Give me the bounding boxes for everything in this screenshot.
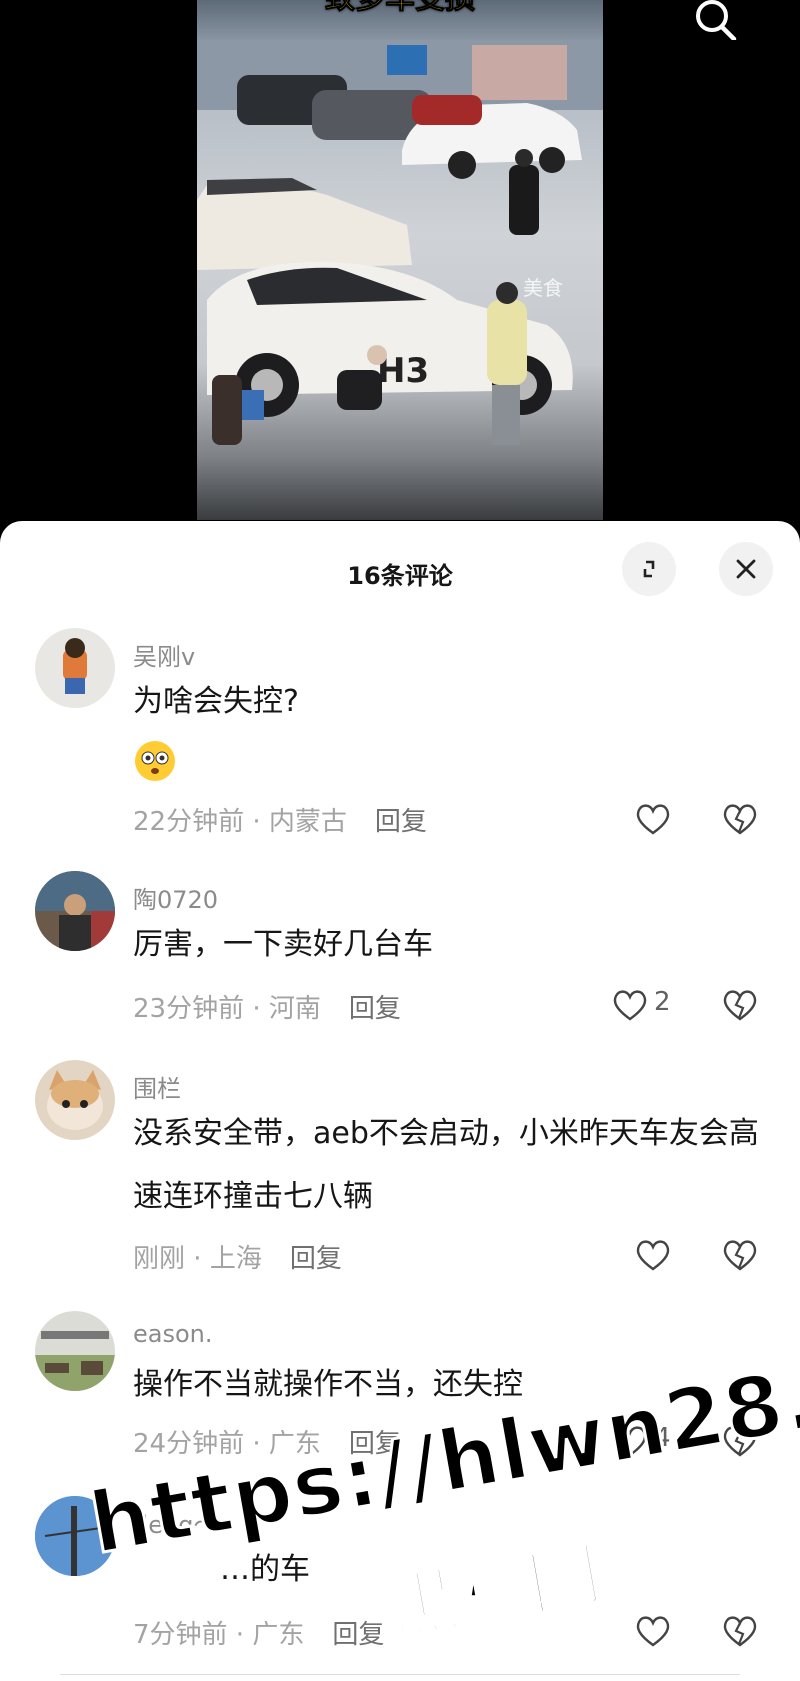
video-frame[interactable]: H3 美食 致多车受损 <box>197 0 603 520</box>
like-count: 2 <box>654 987 671 1017</box>
expand-button[interactable] <box>622 542 676 596</box>
broken-heart-icon[interactable] <box>720 1235 760 1275</box>
heart-icon <box>613 990 647 1021</box>
comment-author[interactable]: 陶0720 <box>133 880 218 915</box>
video-caption-line2: 致多车受损 <box>325 0 476 16</box>
video-watermark-small: 美食 <box>523 276 563 300</box>
comment-meta: 刚刚 · 上海 回复 <box>133 1244 342 1274</box>
comment-time: 22分钟前 <box>133 807 245 837</box>
showroom-scene-image: H3 美食 <box>197 40 603 445</box>
broken-heart-icon[interactable] <box>720 985 760 1025</box>
comment-text: 厉害，一下卖好几台车 <box>133 927 433 962</box>
site-watermark: https://hlwn28.com 黑料网 <box>81 1313 800 1653</box>
comment-meta: 23分钟前 · 河南 回复 <box>133 994 401 1024</box>
bottom-divider <box>60 1674 740 1681</box>
comment-meta: 22分钟前 · 内蒙古 回复 <box>133 807 427 837</box>
flushed-face-emoji <box>135 741 175 781</box>
avatar[interactable] <box>35 1060 115 1140</box>
search-icon[interactable] <box>692 0 740 40</box>
comment-author[interactable]: eason. <box>133 1320 213 1348</box>
comment-time: 刚刚 <box>133 1244 186 1274</box>
comment-count-title: 16条评论 <box>347 562 453 590</box>
comment-time: 23分钟前 <box>133 994 245 1024</box>
close-icon <box>736 559 756 579</box>
reply-button[interactable]: 回复 <box>375 807 427 837</box>
heart-icon <box>636 804 670 835</box>
comment-author[interactable]: 围栏 <box>133 1069 181 1104</box>
expand-icon <box>643 560 655 578</box>
video-caption: 致多车受损 <box>197 0 603 16</box>
video-player[interactable]: H3 美食 致多车受损 <box>0 0 800 525</box>
comment-location: 上海 <box>209 1244 262 1274</box>
avatar[interactable] <box>35 628 115 708</box>
avatar[interactable] <box>35 1311 115 1391</box>
heart-icon <box>636 1240 670 1271</box>
close-button[interactable] <box>719 542 773 596</box>
like-button[interactable] <box>633 799 673 839</box>
comment-location: 河南 <box>268 994 321 1024</box>
reply-button[interactable]: 回复 <box>349 994 401 1024</box>
like-button[interactable] <box>633 1235 673 1275</box>
comment-author[interactable]: 吴刚v <box>133 637 195 672</box>
like-button[interactable]: 2 <box>610 985 700 1025</box>
broken-heart-icon[interactable] <box>720 799 760 839</box>
reply-button[interactable]: 回复 <box>290 1244 342 1274</box>
avatar[interactable] <box>35 871 115 951</box>
comment-text: 为啥会失控? <box>133 684 299 719</box>
comment-text: 没系安全带，aeb不会启动，小米昨天车友会高速连环撞击七八辆 <box>133 1116 759 1214</box>
comment-location: 内蒙古 <box>268 807 347 837</box>
